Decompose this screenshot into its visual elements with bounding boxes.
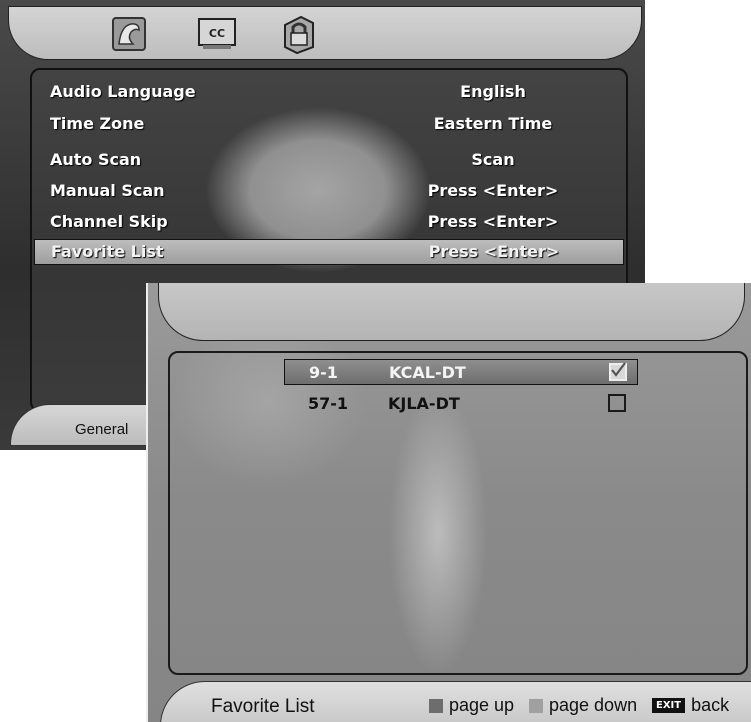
menu-row-label: Favorite List [51,242,164,261]
favorite-checkbox[interactable] [609,362,627,381]
menu-row-value: Press <Enter> [427,181,559,200]
page-down-label: page down [549,695,638,715]
green-key-icon [529,698,543,713]
channel-number: 57-1 [308,394,349,413]
menu-row-channel-skip[interactable]: Channel Skip Press <Enter> [48,210,620,234]
cc-icon[interactable]: CC [195,13,239,55]
menu-row-time-zone[interactable]: Time Zone Eastern Time [48,112,620,136]
menu-tab-bar: CC [8,6,642,60]
menu-row-label: Manual Scan [50,181,165,200]
channel-number: 9-1 [309,363,338,382]
menu-row-label: Auto Scan [50,150,142,169]
page-up-hint: page up [429,695,514,716]
menu-row-label: Audio Language [50,82,196,101]
page-up-label: page up [449,695,515,715]
menu-row-audio-language[interactable]: Audio Language English [48,80,620,104]
menu-row-value: Eastern Time [433,114,553,133]
page-down-hint: page down [529,695,637,716]
svg-text:CC: CC [209,27,225,40]
menu-row-value: Scan [471,150,515,169]
channel-list-panel: 9-1 KCAL-DT 57-1 KJLA-DT [168,351,748,675]
channel-row[interactable]: 9-1 KCAL-DT [284,359,638,385]
channel-name: KCAL-DT [389,363,466,382]
front-top-bar [158,283,745,341]
favorite-checkbox[interactable] [608,394,626,412]
menu-row-label: Channel Skip [50,212,168,231]
front-status-bar: Favorite List page up page down EXIT bac… [160,681,751,722]
channel-row[interactable]: 57-1 KJLA-DT [284,391,636,415]
back-label: back [691,695,730,715]
lock-icon[interactable] [277,13,321,55]
picture-icon[interactable] [107,13,151,55]
favorite-list-screen: 9-1 KCAL-DT 57-1 KJLA-DT Favorite List p… [146,283,751,722]
menu-row-favorite-list[interactable]: Favorite List Press <Enter> [34,239,624,265]
checkmark-icon [611,362,626,377]
menu-row-label: Time Zone [50,114,145,133]
menu-row-value: Press <Enter> [427,212,559,231]
channel-name: KJLA-DT [388,394,460,413]
menu-row-value: English [460,82,526,101]
exit-key-icon: EXIT [652,698,686,713]
menu-row-manual-scan[interactable]: Manual Scan Press <Enter> [48,179,620,203]
screen-title: Favorite List [211,696,315,717]
section-label: General [75,421,129,438]
menu-row-value: Press <Enter> [428,242,560,261]
red-key-icon [429,698,443,713]
exit-hint: EXIT back [652,695,729,716]
menu-row-auto-scan[interactable]: Auto Scan Scan [48,148,620,172]
